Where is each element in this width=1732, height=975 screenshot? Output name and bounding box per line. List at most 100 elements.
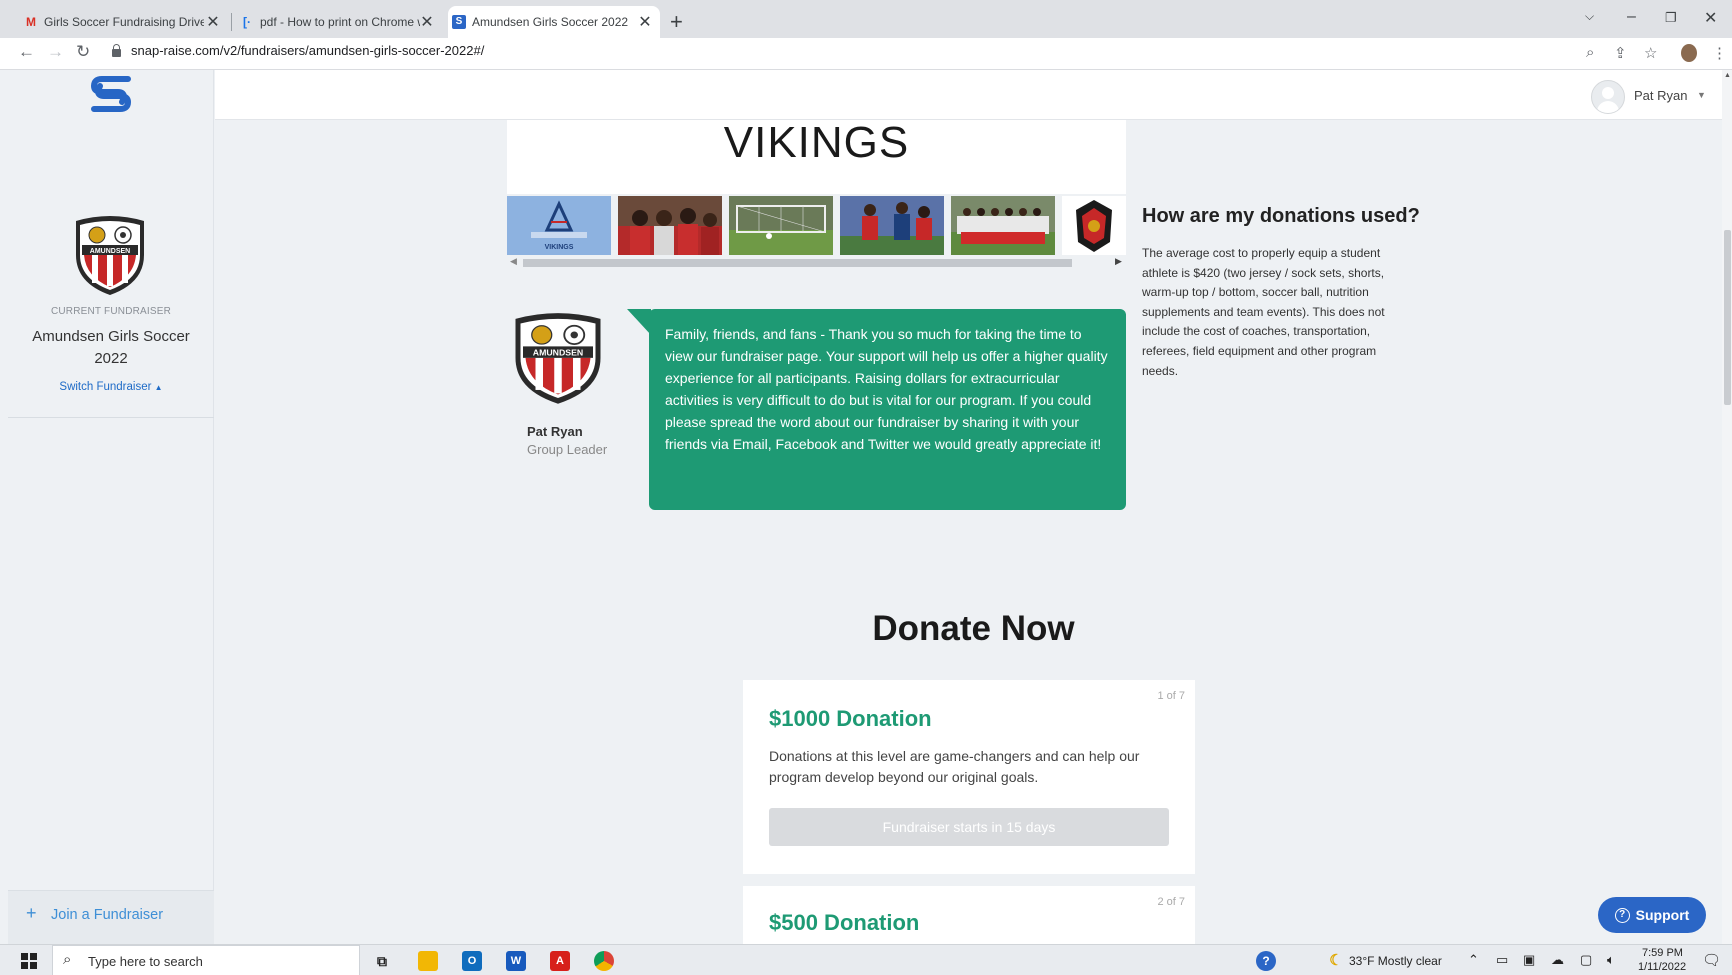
close-tab-icon[interactable]: ✕ bbox=[418, 12, 436, 32]
forward-arrow-icon[interactable]: → bbox=[47, 42, 64, 62]
search-placeholder: Type here to search bbox=[88, 954, 203, 969]
hero-title: VIKINGS bbox=[723, 118, 910, 167]
windows-taskbar: ⌕ Type here to search ⧉ O W A ? ☾ 33°F M… bbox=[0, 944, 1732, 975]
donate-button-disabled[interactable]: Fundraiser starts in 15 days bbox=[769, 808, 1169, 846]
task-view-icon[interactable]: ⧉ bbox=[372, 951, 392, 971]
chevron-up-icon[interactable]: ⌃ bbox=[1468, 952, 1479, 968]
athletic-foundation-logo-image: VIKINGS bbox=[507, 196, 611, 255]
acrobat-icon[interactable]: A bbox=[550, 951, 570, 971]
chrome-menu-icon[interactable]: ⋮ bbox=[1712, 44, 1727, 62]
join-fundraiser-label: Join a Fundraiser bbox=[51, 907, 164, 923]
new-tab-icon[interactable]: + bbox=[670, 9, 683, 35]
soccer-goal-photo-image bbox=[729, 196, 833, 255]
tab-title: Girls Soccer Fundraising Drive - p bbox=[44, 15, 204, 29]
network-icon[interactable]: ▢ bbox=[1580, 952, 1592, 968]
switch-fundraiser-link[interactable]: Switch Fundraiser ▲ bbox=[8, 381, 214, 393]
carousel-thumb-photo[interactable] bbox=[729, 196, 833, 255]
onedrive-icon[interactable]: ☁ bbox=[1551, 952, 1564, 968]
donate-now-heading: Donate Now bbox=[872, 609, 1075, 648]
zoom-icon[interactable]: ⌕ bbox=[1586, 44, 1594, 61]
meet-now-icon[interactable]: ▭ bbox=[1496, 952, 1508, 968]
hero-banner: VIKINGS bbox=[507, 120, 1126, 194]
carousel-thumb-photo[interactable] bbox=[618, 196, 722, 255]
message-bubble-tail bbox=[627, 309, 651, 335]
team-photo-image bbox=[618, 196, 722, 255]
join-fundraiser-button[interactable]: + Join a Fundraiser bbox=[8, 890, 214, 944]
lock-icon bbox=[112, 43, 121, 57]
thumb-caption: VIKINGS bbox=[545, 244, 574, 251]
support-button[interactable]: ? Support bbox=[1598, 897, 1706, 933]
user-avatar[interactable] bbox=[1591, 80, 1625, 114]
volume-icon[interactable]: 🔈︎ bbox=[1607, 952, 1615, 968]
snap-raise-icon: S bbox=[452, 15, 466, 29]
notifications-icon[interactable]: 🗨︎ bbox=[1702, 951, 1721, 969]
outlook-icon[interactable]: O bbox=[462, 951, 482, 971]
amundsen-crest-logo: AMUNDSEN bbox=[76, 216, 144, 295]
windows-start-icon[interactable] bbox=[21, 953, 37, 969]
carousel-thumb-photo[interactable] bbox=[840, 196, 944, 255]
donation-description: Donations at this level are game-changer… bbox=[769, 748, 1140, 785]
close-window-icon[interactable]: ✕ bbox=[1704, 8, 1717, 28]
browser-tab-bar: M Girls Soccer Fundraising Drive - p ✕ [… bbox=[0, 0, 1732, 38]
help-tray-icon[interactable]: ? bbox=[1256, 951, 1276, 971]
minimize-icon[interactable]: – bbox=[1627, 8, 1636, 26]
scroll-up-arrow-icon[interactable]: ▲ bbox=[1724, 72, 1731, 79]
player-action-photo-image bbox=[840, 196, 944, 255]
scroll-right-arrow-icon[interactable]: ▶ bbox=[1115, 256, 1122, 267]
clock-date[interactable]: 1/11/2022 bbox=[1638, 961, 1686, 973]
leader-role: Group Leader bbox=[527, 442, 608, 457]
close-tab-icon[interactable]: ✕ bbox=[204, 12, 222, 32]
display-icon[interactable]: ▣ bbox=[1523, 952, 1535, 968]
tab-title: Amundsen Girls Soccer 2022 bbox=[472, 15, 629, 29]
word-icon[interactable]: W bbox=[506, 951, 526, 971]
carousel-thumb-logo[interactable]: VIKINGS bbox=[507, 196, 611, 255]
user-menu-caret-icon[interactable]: ▼ bbox=[1697, 90, 1706, 100]
tab-title: pdf - How to print on Chrome w bbox=[260, 15, 420, 29]
browser-tab-gmail[interactable]: M Girls Soccer Fundraising Drive - p ✕ bbox=[20, 6, 228, 38]
address-bar: ← → ↻ snap-raise.com/v2/fundraisers/amun… bbox=[0, 38, 1732, 70]
leader-name: Pat Ryan bbox=[527, 424, 583, 439]
donation-card: 2 of 7 $500 Donation bbox=[743, 886, 1195, 946]
leader-message-text: Family, friends, and fans - Thank you so… bbox=[665, 326, 1108, 452]
close-tab-icon[interactable]: ✕ bbox=[636, 12, 654, 32]
carousel-thumb-logo[interactable] bbox=[1062, 196, 1126, 255]
back-arrow-icon[interactable]: ← bbox=[18, 42, 35, 62]
donations-used-text: The average cost to properly equip a stu… bbox=[1142, 246, 1385, 378]
crest-label: AMUNDSEN bbox=[533, 348, 583, 358]
chrome-icon[interactable] bbox=[594, 951, 614, 971]
sidebar: AMUNDSEN CURRENT FUNDRAISER Amundsen Gir… bbox=[8, 70, 214, 944]
photo-carousel: VIKINGS bbox=[507, 196, 1126, 256]
amundsen-crest-logo: AMUNDSEN bbox=[515, 313, 601, 404]
tab-search-chevron-icon[interactable]: ⌵ bbox=[1585, 9, 1594, 24]
browser-tab-pdf[interactable]: [· pdf - How to print on Chrome w ✕ bbox=[236, 6, 442, 38]
snap-raise-logo[interactable] bbox=[88, 75, 134, 113]
reload-icon[interactable]: ↻ bbox=[76, 42, 90, 62]
tab-separator bbox=[231, 13, 232, 31]
search-icon: ⌕ bbox=[63, 951, 72, 968]
clock-time[interactable]: 7:59 PM bbox=[1642, 947, 1683, 959]
file-explorer-icon[interactable] bbox=[418, 951, 438, 971]
user-name[interactable]: Pat Ryan bbox=[1634, 88, 1687, 103]
page-scrollbar-thumb[interactable] bbox=[1724, 230, 1731, 405]
team-group-photo-image bbox=[951, 196, 1055, 255]
page-scrollbar-track bbox=[1722, 70, 1732, 944]
card-counter: 1 of 7 bbox=[1157, 690, 1185, 702]
current-fundraiser-name: Amundsen Girls Soccer 2022 bbox=[32, 328, 190, 367]
browser-tab-active[interactable]: S Amundsen Girls Soccer 2022 ✕ bbox=[448, 6, 660, 38]
chrome-profile-avatar[interactable] bbox=[1681, 44, 1697, 62]
card-counter: 2 of 7 bbox=[1157, 896, 1185, 908]
scroll-left-arrow-icon[interactable]: ◀ bbox=[510, 256, 517, 267]
share-icon[interactable]: ⇪ bbox=[1614, 44, 1627, 62]
url-field[interactable]: snap-raise.com/v2/fundraisers/amundsen-g… bbox=[112, 43, 484, 58]
carousel-thumb-photo[interactable] bbox=[951, 196, 1055, 255]
taskbar-search-box[interactable]: ⌕ Type here to search bbox=[52, 945, 360, 975]
donation-card: 1 of 7 $1000 Donation Donations at this … bbox=[743, 680, 1195, 874]
carousel-scrollbar-thumb[interactable] bbox=[523, 259, 1072, 267]
top-header bbox=[215, 70, 1732, 120]
donation-title: $500 Donation bbox=[769, 910, 920, 935]
sidebar-divider bbox=[8, 417, 214, 418]
restore-icon[interactable]: ❐ bbox=[1665, 10, 1677, 26]
vikings-mascot-logo-image bbox=[1062, 196, 1126, 255]
weather-text[interactable]: 33°F Mostly clear bbox=[1349, 954, 1442, 968]
bookmark-star-icon[interactable]: ☆ bbox=[1644, 44, 1657, 62]
